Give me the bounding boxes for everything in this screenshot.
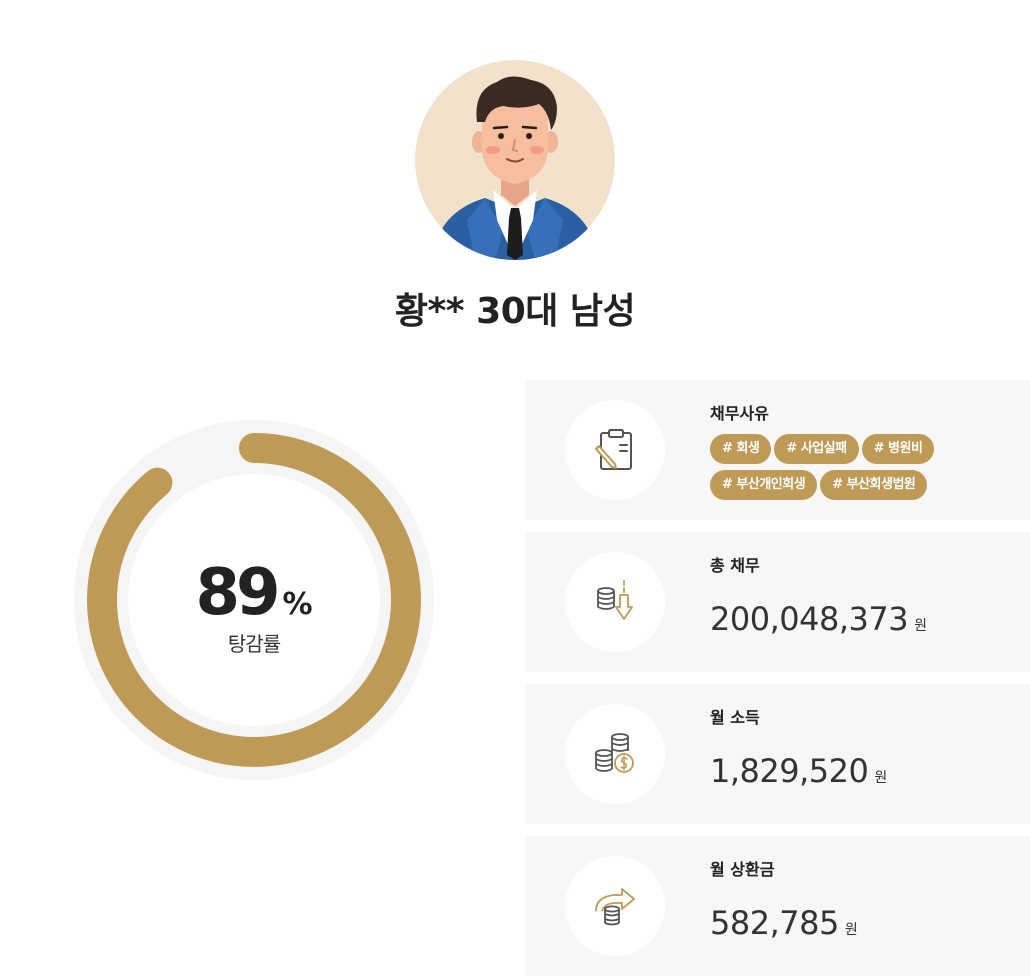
total-debt-card: 총 채무 200,048,373 원 xyxy=(525,532,1030,672)
total-debt-title: 총 채무 xyxy=(710,556,760,575)
monthly-repayment-card: 월 상환금 582,785 원 xyxy=(525,836,1030,976)
monthly-income-title: 월 소득 xyxy=(710,708,760,727)
tag-busan-rehabilitation-court[interactable]: # 부산회생법원 xyxy=(820,470,928,500)
monthly-repayment-amount-row: 582,785 원 xyxy=(710,904,858,942)
monthly-income-card: 월 소득 1,829,520 원 xyxy=(525,684,1030,824)
gauge-value: 89 xyxy=(195,556,280,630)
total-debt-amount-row: 200,048,373 원 xyxy=(710,600,927,638)
debt-reason-tags: # 회생 # 사업실패 # 병원비 # 부산개인회생 # 부산회생법원 xyxy=(710,434,1010,506)
tag-busan-personal-rehabilitation[interactable]: # 부산개인회생 xyxy=(710,470,818,500)
coins-forward-arrow-icon xyxy=(565,856,665,956)
tag-rehabilitation[interactable]: # 회생 xyxy=(710,434,772,464)
reduction-gauge: 89% 탕감률 xyxy=(74,420,434,780)
gauge-unit: % xyxy=(282,587,313,622)
gauge-center: 89% 탕감률 xyxy=(74,420,434,780)
coin-stacks-icon xyxy=(565,704,665,804)
gauge-label: 탕감률 xyxy=(227,632,281,656)
avatar-illustration xyxy=(415,60,615,260)
tag-row-2: # 부산개인회생 # 부산회생법원 xyxy=(710,470,1010,500)
profile-avatar xyxy=(415,60,615,260)
monthly-income-amount-row: 1,829,520 원 xyxy=(710,752,887,790)
debt-reason-card: 채무사유 # 회생 # 사업실패 # 병원비 # 부산개인회생 # 부산회생법원 xyxy=(525,380,1030,520)
total-debt-amount: 200,048,373 xyxy=(710,600,909,638)
coins-down-arrow-icon xyxy=(565,552,665,652)
total-debt-unit: 원 xyxy=(914,618,927,634)
monthly-income-amount: 1,829,520 xyxy=(710,752,869,790)
monthly-repayment-amount: 582,785 xyxy=(710,904,839,942)
debt-reason-title: 채무사유 xyxy=(710,404,769,423)
tag-row-1: # 회생 # 사업실패 # 병원비 xyxy=(710,434,1010,464)
clipboard-pencil-icon xyxy=(565,400,665,500)
gauge-value-row: 89% xyxy=(74,556,434,630)
monthly-repayment-unit: 원 xyxy=(844,922,858,938)
monthly-repayment-title: 월 상환금 xyxy=(710,860,775,879)
tag-business-failure[interactable]: # 사업실패 xyxy=(774,434,859,464)
monthly-income-unit: 원 xyxy=(874,770,888,786)
tag-hospital-bills[interactable]: # 병원비 xyxy=(861,434,935,464)
profile-name: 황** 30대 남성 xyxy=(394,291,636,332)
